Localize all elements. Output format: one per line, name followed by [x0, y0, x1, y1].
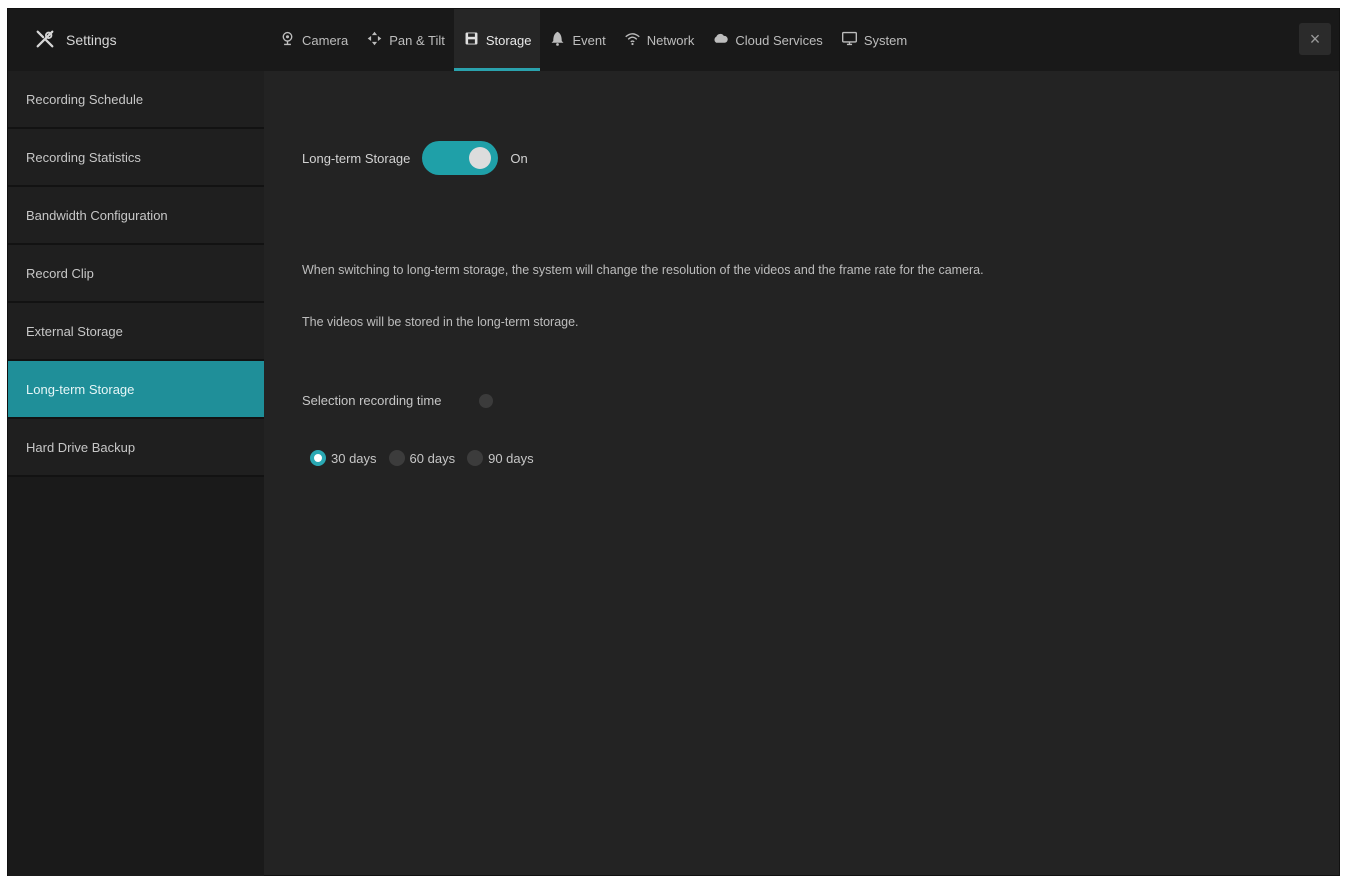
cloud-icon	[712, 30, 729, 50]
sidebar-item-label: Hard Drive Backup	[26, 439, 136, 455]
description-text: When switching to long-term storage, the…	[302, 263, 984, 277]
sidebar-item-label: Recording Statistics	[26, 149, 141, 165]
option-90-days[interactable]: 90 days	[467, 450, 534, 466]
sidebar-item-label: Bandwidth Configuration	[26, 207, 168, 223]
settings-title: Settings	[8, 9, 264, 71]
radio-icon	[467, 450, 484, 466]
top-bar: Settings Camera Pan & Tilt Storage Event	[8, 9, 1339, 71]
toggle-label: Long-term Storage	[302, 150, 411, 166]
toggle-state: On	[510, 150, 528, 166]
tab-event[interactable]: Event	[540, 9, 614, 71]
main-content: Long-term Storage On When switching to l…	[264, 71, 1339, 875]
radio-selected-icon	[310, 450, 326, 466]
sidebar-item-external-storage[interactable]: External Storage	[8, 303, 264, 361]
tab-camera[interactable]: Camera	[270, 9, 357, 71]
sidebar-item-recording-schedule[interactable]: Recording Schedule	[8, 71, 264, 129]
main-tabs: Camera Pan & Tilt Storage Event Network …	[270, 9, 916, 71]
tab-system[interactable]: System	[832, 9, 916, 71]
settings-window: Settings Camera Pan & Tilt Storage Event	[7, 8, 1340, 876]
tab-label: Event	[572, 32, 606, 48]
tab-pan-tilt[interactable]: Pan & Tilt	[357, 9, 454, 71]
pan-tilt-icon	[366, 30, 383, 50]
sidebar-item-hard-drive-backup[interactable]: Hard Drive Backup	[8, 419, 264, 477]
sidebar-item-label: Recording Schedule	[26, 91, 144, 107]
tab-label: System	[863, 32, 908, 48]
sidebar-item-recording-statistics[interactable]: Recording Statistics	[8, 129, 264, 187]
sidebar-item-record-clip[interactable]: Record Clip	[8, 245, 264, 303]
tab-label: Storage	[485, 32, 532, 48]
option-label: 30 days	[331, 450, 377, 466]
period-label: Selection recording time	[302, 393, 442, 408]
tab-label: Camera	[302, 32, 349, 48]
option-label: 60 days	[409, 450, 456, 466]
tab-label: Network	[646, 32, 695, 48]
tab-label: Pan & Tilt	[389, 32, 445, 48]
sidebar: Recording Schedule Recording Statistics …	[8, 71, 264, 876]
storage-icon	[463, 30, 480, 50]
long-term-storage-row: Long-term Storage On	[302, 141, 528, 175]
monitor-icon	[841, 30, 858, 50]
description-note: The videos will be stored in the long-te…	[302, 315, 579, 329]
period-options: 30 days 60 days 90 days	[310, 450, 534, 466]
sidebar-item-bandwidth-configuration[interactable]: Bandwidth Configuration	[8, 187, 264, 245]
tab-storage[interactable]: Storage	[453, 9, 541, 71]
tab-network[interactable]: Network	[615, 9, 704, 71]
sidebar-item-long-term-storage[interactable]: Long-term Storage	[8, 361, 264, 419]
close-button[interactable]: ×	[1299, 23, 1331, 55]
wifi-icon	[624, 30, 641, 50]
radio-icon	[388, 450, 405, 466]
close-icon: ×	[1309, 28, 1321, 49]
tab-cloud-services[interactable]: Cloud Services	[703, 9, 831, 71]
toggle-knob	[469, 147, 492, 169]
option-30-days[interactable]: 30 days	[310, 450, 377, 466]
option-60-days[interactable]: 60 days	[388, 450, 456, 466]
help-icon[interactable]	[479, 393, 494, 408]
option-label: 90 days	[488, 450, 534, 466]
sidebar-item-label: Record Clip	[26, 265, 94, 281]
settings-title-label: Settings	[66, 32, 117, 48]
bell-icon	[549, 30, 566, 50]
sidebar-item-label: External Storage	[26, 323, 123, 339]
tools-icon	[34, 28, 56, 53]
long-term-storage-toggle[interactable]	[422, 141, 499, 175]
tab-label: Cloud Services	[735, 32, 823, 48]
sidebar-item-label: Long-term Storage	[26, 381, 135, 397]
camera-icon	[279, 30, 296, 50]
recording-period-row: Selection recording time	[302, 393, 494, 408]
